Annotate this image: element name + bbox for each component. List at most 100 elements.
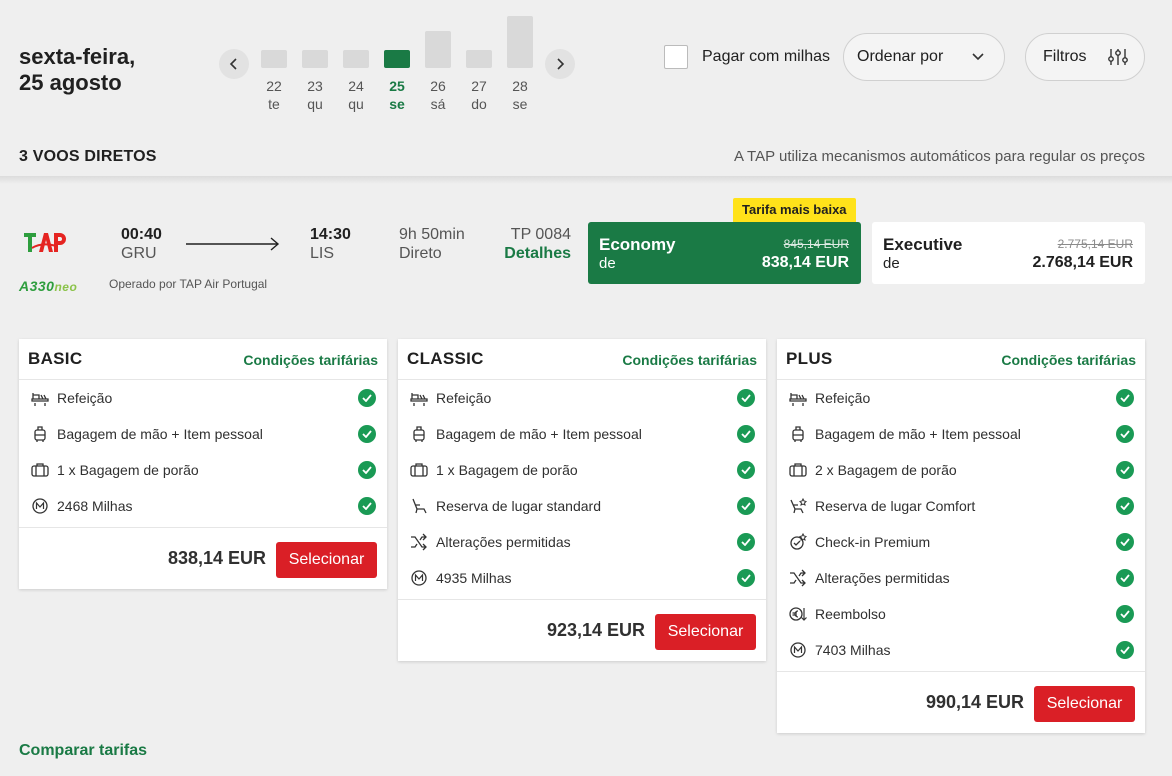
divider: [0, 176, 1172, 184]
fare-card-header: BASIC Condições tarifárias: [19, 339, 387, 380]
date-day-number: 27: [471, 78, 487, 94]
checkmark-icon: [362, 430, 372, 438]
date-day-number: 28: [512, 78, 528, 94]
fare-conditions-link[interactable]: Condições tarifárias: [1001, 352, 1136, 368]
cabin-old-price: 845,14 EUR: [783, 237, 849, 251]
fare-card-plus: PLUS Condições tarifárias Refeição Bagagem …: [777, 339, 1145, 733]
fare-feature-label: Alterações permitidas: [436, 534, 571, 550]
cabin-from: de: [883, 255, 900, 272]
fare-title: CLASSIC: [407, 349, 484, 368]
chevron-down-icon: [972, 53, 984, 61]
fare-title: BASIC: [28, 349, 83, 368]
included-check: [737, 425, 755, 443]
cabin-bag-icon: [34, 426, 46, 442]
price-bar: [384, 50, 410, 68]
date-day-number: 23: [307, 78, 323, 94]
cabin-from: de: [599, 255, 616, 272]
fare-card-header: CLASSIC Condições tarifárias: [398, 339, 766, 380]
arrow-right-icon: [186, 237, 280, 251]
executive-cabin-option[interactable]: Executive de 2.775,14 EUR 2.768,14 EUR: [872, 222, 1145, 284]
fare-feature-label: 2468 Milhas: [57, 498, 133, 514]
refund-icon: [789, 607, 807, 621]
date-day-number: 22: [266, 78, 282, 94]
checkmark-icon: [362, 502, 372, 510]
date-weekday-abbr: sá: [430, 96, 446, 112]
checkmark-icon: [1120, 502, 1130, 510]
cabin-price: 2.768,14 EUR: [1032, 254, 1133, 271]
compare-fares-link[interactable]: Comparar tarifas: [19, 742, 147, 760]
fare-conditions-link[interactable]: Condições tarifárias: [243, 352, 378, 368]
checkin-icon: [790, 533, 807, 550]
fare-feature: 4935 Milhas: [398, 560, 766, 596]
date-day-month: 25 agosto: [19, 70, 122, 95]
pay-with-miles-label[interactable]: Pagar com milhas: [702, 48, 830, 66]
date-day-number: 25: [389, 78, 405, 94]
included-check: [358, 497, 376, 515]
fare-card-footer: 838,14 EUR Selecionar: [19, 527, 387, 589]
fare-feature: 1 x Bagagem de porão: [19, 452, 387, 488]
fare-feature: Reserva de lugar Comfort: [777, 488, 1145, 524]
fare-price: 990,14 EUR: [925, 692, 1024, 712]
fare-feature-label: Refeição: [436, 390, 492, 406]
arrival-time: 14:30: [310, 226, 351, 243]
fare-price: 838,14 EUR: [167, 548, 266, 568]
select-fare-button[interactable]: Selecionar: [655, 614, 756, 650]
fare-feature-label: 7403 Milhas: [815, 642, 891, 658]
price-bar: [261, 50, 287, 68]
included-check: [1116, 641, 1134, 659]
price-bar: [343, 50, 369, 68]
miles-icon: [32, 498, 48, 514]
sliders-icon: [1108, 49, 1128, 65]
economy-cabin-option[interactable]: Economy de 845,14 EUR 838,14 EUR: [588, 222, 861, 284]
checkmark-icon: [1120, 646, 1130, 654]
date-weekday: sexta-feira,: [19, 44, 136, 69]
details-link[interactable]: Detalhes: [504, 245, 571, 263]
sort-dropdown[interactable]: Ordenar por: [843, 33, 1005, 81]
checkmark-icon: [362, 466, 372, 474]
selected-date-title: sexta-feira, 25 agosto: [19, 44, 135, 96]
fare-feature-label: Alterações permitidas: [815, 570, 950, 586]
checkmark-icon: [741, 574, 751, 582]
fare-feature-label: 4935 Milhas: [436, 570, 512, 586]
flight-number: TP 0084: [510, 226, 571, 243]
fare-feature-label: Bagagem de mão + Item pessoal: [815, 426, 1021, 442]
fare-card-footer: 923,14 EUR Selecionar: [398, 599, 766, 661]
fare-card-header: PLUS Condições tarifárias: [777, 339, 1145, 380]
included-check: [737, 569, 755, 587]
cabin-name: Executive: [883, 235, 963, 254]
fare-feature: 2468 Milhas: [19, 488, 387, 524]
fare-feature: 7403 Milhas: [777, 632, 1145, 668]
cabin-bag-icon: [413, 426, 425, 442]
suitcase-icon: [31, 463, 49, 477]
next-days-button[interactable]: [545, 49, 575, 79]
price-bar: [507, 16, 533, 68]
fare-feature: Check-in Premium: [777, 524, 1145, 560]
checkmark-icon: [741, 394, 751, 402]
fare-feature: Bagagem de mão + Item pessoal: [398, 416, 766, 452]
sort-label: Ordenar por: [857, 48, 944, 65]
date-weekday-abbr: se: [389, 96, 405, 112]
included-check: [737, 461, 755, 479]
checkmark-icon: [1120, 394, 1130, 402]
included-check: [1116, 533, 1134, 551]
checkmark-icon: [741, 430, 751, 438]
fare-feature-label: Refeição: [57, 390, 113, 406]
fare-feature-label: Reserva de lugar standard: [436, 498, 601, 514]
previous-days-button[interactable]: [219, 49, 249, 79]
included-check: [1116, 497, 1134, 515]
fare-feature-label: 1 x Bagagem de porão: [57, 462, 199, 478]
fare-feature-label: 2 x Bagagem de porão: [815, 462, 957, 478]
included-check: [737, 533, 755, 551]
fare-conditions-link[interactable]: Condições tarifárias: [622, 352, 757, 368]
checkmark-icon: [741, 502, 751, 510]
chevron-right-icon: [557, 58, 565, 70]
pay-with-miles-checkbox[interactable]: [664, 45, 688, 69]
arrival-airport: LIS: [310, 245, 335, 262]
operated-by: Operado por TAP Air Portugal: [109, 277, 268, 291]
select-fare-button[interactable]: Selecionar: [276, 542, 377, 578]
filters-button[interactable]: Filtros: [1025, 33, 1145, 81]
date-weekday-abbr: se: [512, 96, 528, 112]
date-weekday-abbr: te: [268, 96, 280, 112]
select-fare-button[interactable]: Selecionar: [1034, 686, 1135, 722]
fare-feature: 2 x Bagagem de porão: [777, 452, 1145, 488]
